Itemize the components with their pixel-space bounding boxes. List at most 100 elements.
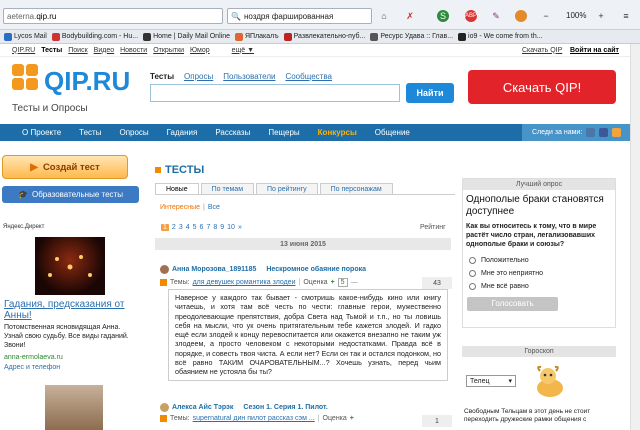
- scrollbar[interactable]: [630, 44, 640, 430]
- page-link[interactable]: 4: [186, 224, 190, 231]
- avatar: [160, 403, 169, 412]
- search-tab-users[interactable]: Пользователи: [223, 72, 275, 81]
- addon-orange-icon[interactable]: [515, 10, 527, 22]
- download-qip-button[interactable]: Скачать QIP!: [468, 70, 616, 104]
- filter-interesting[interactable]: Интересные: [160, 204, 200, 211]
- vote-button[interactable]: Голосовать: [467, 297, 559, 311]
- radio-button[interactable]: [469, 257, 476, 264]
- nav-caves[interactable]: Пещеры: [259, 128, 308, 137]
- nav-about[interactable]: О Проекте: [0, 128, 70, 137]
- download-qip-link[interactable]: Скачать QIP: [522, 47, 562, 54]
- topnav-cards[interactable]: Открытки: [153, 47, 184, 54]
- vote-minus-button[interactable]: —: [351, 279, 358, 286]
- bookmark-item[interactable]: ЯПлакалъ: [234, 32, 279, 41]
- tab-topics[interactable]: По темам: [200, 183, 255, 194]
- bookmark-item[interactable]: Развлекательно-пуб...: [283, 32, 365, 41]
- addon-red-icon[interactable]: ABP: [465, 10, 477, 22]
- page-current[interactable]: 1: [161, 224, 169, 231]
- post-description: Наверное у каждого так бывает - смотришь…: [168, 289, 448, 381]
- tab-characters[interactable]: По персонажам: [319, 183, 393, 194]
- favicon-icon: [234, 32, 243, 41]
- topnav-qip[interactable]: QIP.RU: [12, 47, 35, 54]
- poll-option[interactable]: Мне это неприятно: [463, 267, 615, 280]
- nav-chat[interactable]: Общение: [366, 128, 419, 137]
- page-link[interactable]: »: [238, 224, 242, 231]
- pen-icon[interactable]: ✎: [490, 10, 502, 22]
- poll-option[interactable]: Мне всё равно: [463, 280, 615, 293]
- horoscope-header: Гороскоп: [462, 346, 616, 357]
- topnav-news[interactable]: Новости: [120, 47, 147, 54]
- post-author[interactable]: Анна Морозова_1891185: [160, 265, 256, 274]
- tests-tabs: Новые По темам По рейтингу По персонажам: [155, 183, 455, 195]
- page-link[interactable]: 7: [206, 224, 210, 231]
- zoom-out-icon[interactable]: −: [540, 10, 552, 22]
- post-tags[interactable]: для девушек романтика злодеи: [193, 279, 296, 286]
- qip-logo[interactable]: QIP.RU: [10, 62, 140, 100]
- ad-phone-link[interactable]: Адрес и телефон: [4, 364, 60, 371]
- topnav-video[interactable]: Видео: [94, 47, 114, 54]
- nav-stories[interactable]: Рассказы: [206, 128, 259, 137]
- refresh-icon[interactable]: ✗: [404, 10, 416, 22]
- page-link[interactable]: 6: [200, 224, 204, 231]
- radio-button[interactable]: [469, 270, 476, 277]
- bookmark-item[interactable]: Ресурс Удава :: Глав...: [370, 32, 453, 41]
- twitter-icon[interactable]: [612, 128, 622, 137]
- pagination: 1 2 3 4 5 6 7 8 9 10»: [161, 224, 242, 231]
- ad-url[interactable]: anna-ermolaeva.ru: [4, 354, 63, 361]
- addon-green-icon[interactable]: S: [437, 10, 449, 22]
- nav-fortune[interactable]: Гадания: [158, 128, 207, 137]
- zodiac-select[interactable]: Телец ▾: [466, 375, 516, 387]
- topnav-more[interactable]: ещё ▼: [232, 47, 254, 54]
- radio-button[interactable]: [469, 283, 476, 290]
- page-link[interactable]: 5: [193, 224, 197, 231]
- browser-search-input[interactable]: 🔍 ноздря фаршированная: [227, 8, 372, 24]
- zoom-in-icon[interactable]: +: [595, 10, 607, 22]
- page-link[interactable]: 2: [172, 224, 176, 231]
- topnav-humor[interactable]: Юмор: [190, 47, 210, 54]
- search-tab-polls[interactable]: Опросы: [184, 72, 213, 81]
- filter-all[interactable]: Все: [208, 204, 220, 211]
- ad-image[interactable]: [35, 237, 105, 295]
- topnav-search[interactable]: Поиск: [68, 47, 87, 54]
- edu-tests-button[interactable]: 🎓 Образовательные тесты: [2, 186, 139, 203]
- tab-rating[interactable]: По рейтингу: [256, 183, 318, 194]
- nav-tests[interactable]: Тесты: [70, 128, 110, 137]
- facebook-icon[interactable]: [599, 128, 609, 137]
- ad-title[interactable]: Гадания, предсказания от Анны!: [4, 299, 134, 321]
- page-link[interactable]: 10: [227, 224, 235, 231]
- bookmark-item[interactable]: Home | Daily Mail Online: [143, 32, 230, 41]
- vk-icon[interactable]: [586, 128, 596, 137]
- menu-icon[interactable]: ≡: [620, 10, 632, 22]
- bookmark-item[interactable]: io9 - We come from th...: [458, 32, 543, 41]
- vote-plus-button[interactable]: +: [350, 415, 354, 422]
- create-test-button[interactable]: ▶ Создай тест: [2, 155, 128, 179]
- login-link[interactable]: Войти на сайт: [570, 47, 619, 54]
- tab-new[interactable]: Новые: [155, 183, 199, 194]
- page-link[interactable]: 9: [220, 224, 224, 231]
- poll-question[interactable]: Однополые браки становятся доступнее: [463, 190, 615, 222]
- page-link[interactable]: 3: [179, 224, 183, 231]
- follow-label: Следи за нами:: [532, 129, 583, 136]
- address-bar[interactable]: aeterna. qip.ru: [3, 8, 223, 24]
- topnav-tests[interactable]: Тесты: [41, 47, 62, 54]
- post-author[interactable]: Алекса Айс Тэрэк: [160, 403, 233, 412]
- poll-option[interactable]: Положительно: [463, 254, 615, 267]
- bookmark-item[interactable]: Bodybuilding.com - Hu...: [51, 32, 138, 41]
- post-item: Алекса Айс Тэрэк Сезон 1. Серия 1. Пилот…: [160, 403, 452, 427]
- post-tags[interactable]: supernatural дин пилот рассказ сэм ...: [193, 415, 315, 422]
- site-search-input[interactable]: [150, 84, 400, 102]
- nav-polls[interactable]: Опросы: [110, 128, 157, 137]
- find-button[interactable]: Найти: [406, 83, 454, 103]
- logo-subtitle: Тесты и Опросы: [12, 103, 88, 114]
- home-icon[interactable]: ⌂: [378, 10, 390, 22]
- rating-label: Оценка: [322, 415, 347, 422]
- ad-image-2[interactable]: [45, 385, 103, 430]
- bookmark-item[interactable]: Lycos Mail: [4, 32, 47, 41]
- nav-contests[interactable]: Конкурсы: [309, 128, 366, 137]
- search-tab-tests[interactable]: Тесты: [150, 72, 174, 81]
- search-tab-communities[interactable]: Сообщества: [285, 72, 331, 81]
- vote-plus-button[interactable]: +: [331, 279, 335, 286]
- post-title[interactable]: Сезон 1. Серия 1. Пилот.: [243, 404, 327, 411]
- post-title[interactable]: Нескромное обаяние порока: [266, 266, 366, 273]
- page-link[interactable]: 8: [213, 224, 217, 231]
